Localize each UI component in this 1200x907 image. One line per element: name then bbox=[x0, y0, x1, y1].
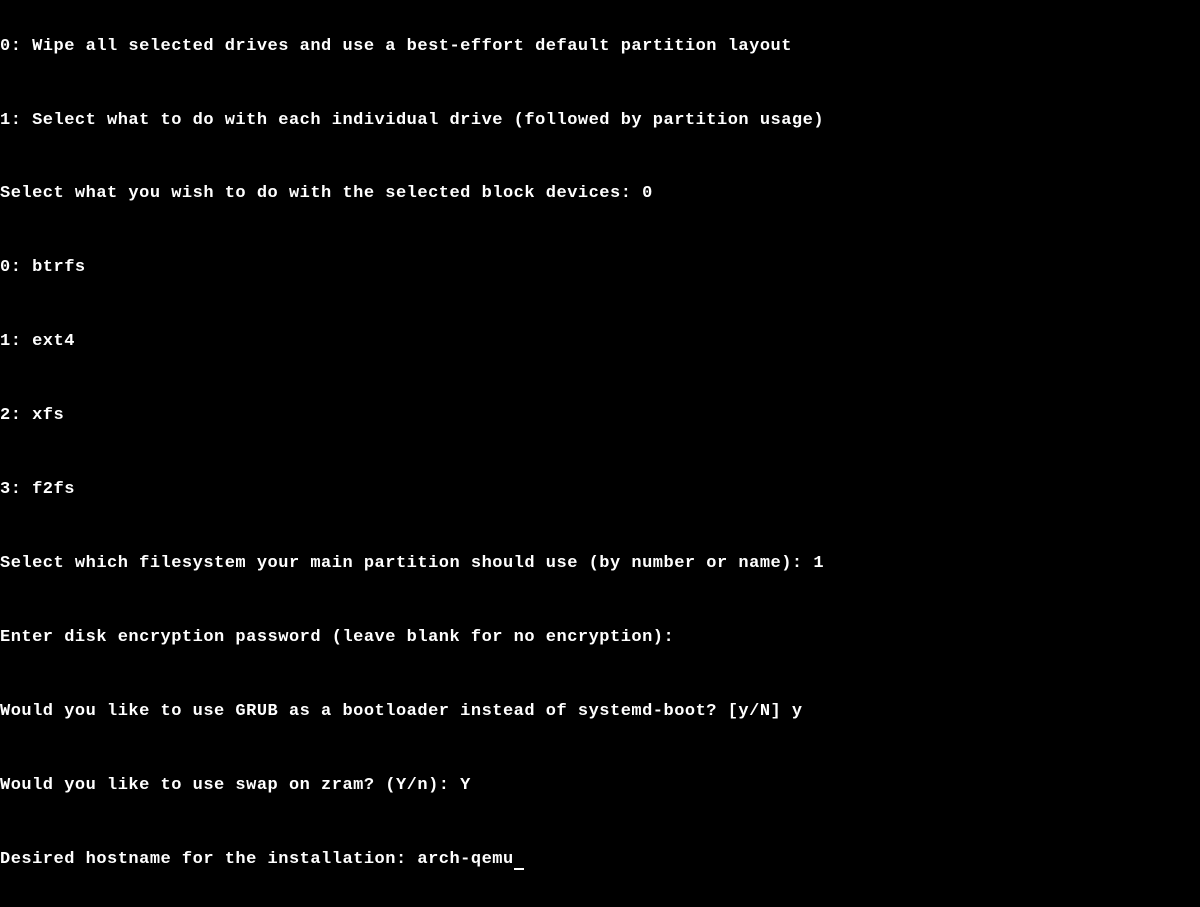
terminal-line: 0: Wipe all selected drives and use a be… bbox=[0, 35, 1200, 60]
terminal-line: Select what you wish to do with the sele… bbox=[0, 182, 1200, 207]
terminal-line: Select which filesystem your main partit… bbox=[0, 552, 1200, 577]
terminal-line: 3: f2fs bbox=[0, 478, 1200, 503]
terminal-line: 0: btrfs bbox=[0, 256, 1200, 281]
cursor-icon bbox=[514, 868, 524, 870]
terminal-prompt-line: Desired hostname for the installation: a… bbox=[0, 848, 1200, 873]
terminal-line: 1: ext4 bbox=[0, 330, 1200, 355]
terminal-line: 1: Select what to do with each individua… bbox=[0, 109, 1200, 134]
terminal-output[interactable]: 0: BlockDevice(/run/archiso/bootmnt/arch… bbox=[0, 0, 1200, 897]
terminal-line: Enter disk encryption password (leave bl… bbox=[0, 626, 1200, 651]
terminal-line: Would you like to use GRUB as a bootload… bbox=[0, 700, 1200, 725]
terminal-prompt-text: Desired hostname for the installation: a… bbox=[0, 850, 514, 869]
terminal-line: Would you like to use swap on zram? (Y/n… bbox=[0, 774, 1200, 799]
terminal-line: 2: xfs bbox=[0, 404, 1200, 429]
